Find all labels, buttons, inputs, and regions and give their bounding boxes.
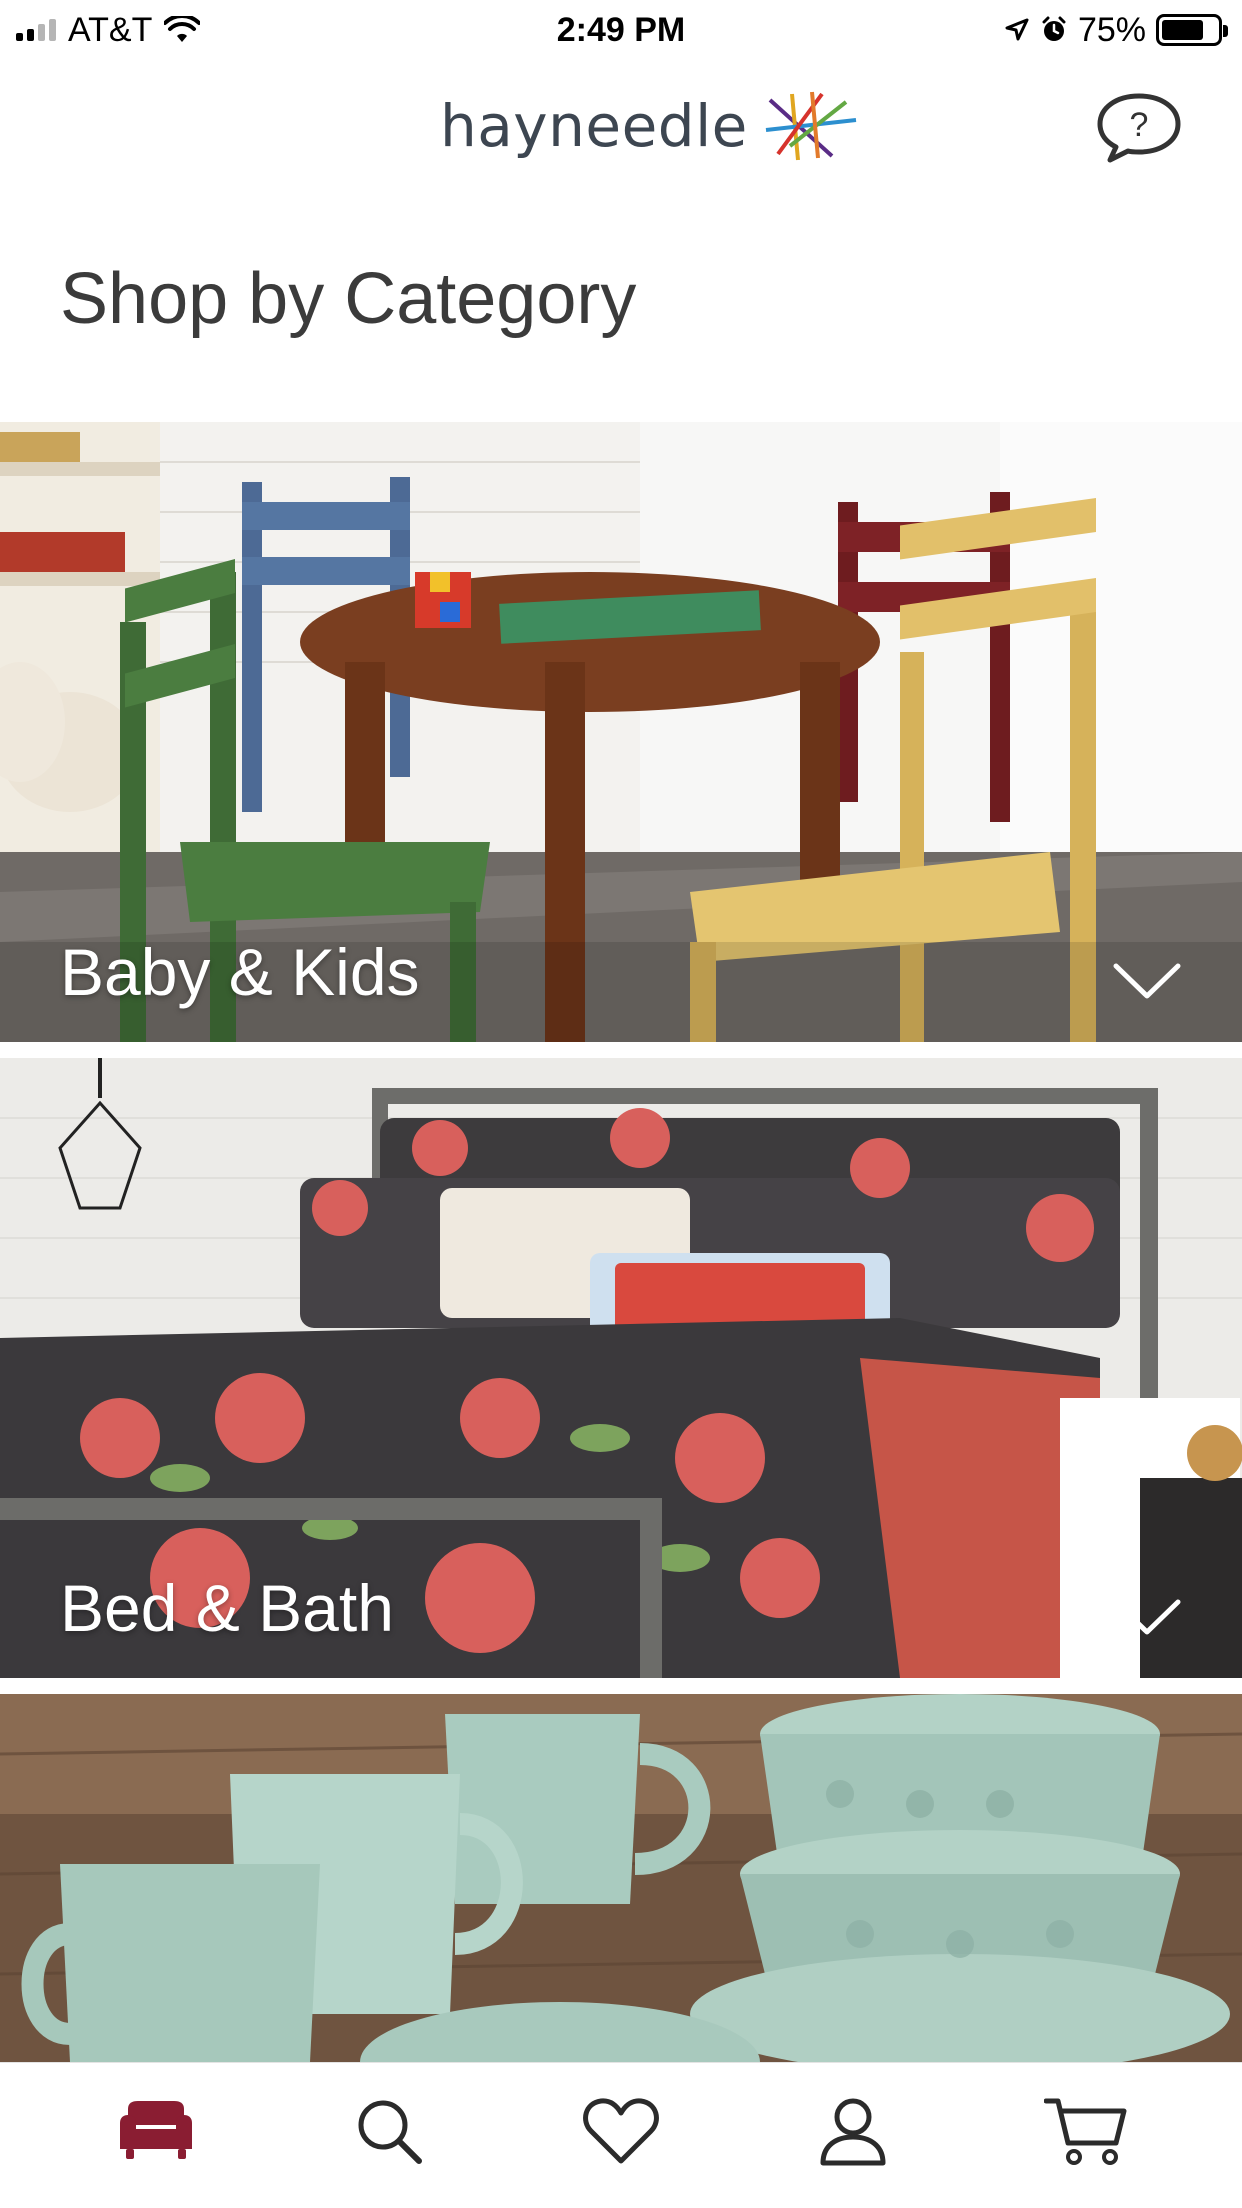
search-icon — [358, 2100, 422, 2164]
tab-cart[interactable] — [1036, 2081, 1136, 2181]
heart-icon — [583, 2097, 659, 2163]
battery-percent: 75% — [1077, 10, 1146, 49]
battery-icon — [1156, 14, 1228, 46]
kitchen-dining-image — [0, 1694, 1242, 2062]
page-title: Shop by Category — [60, 259, 637, 339]
chevron-down-icon[interactable] — [1112, 962, 1182, 1002]
category-card-kitchen-dining[interactable] — [0, 1694, 1242, 2062]
cart-icon — [1043, 2098, 1127, 2165]
hayneedle-logo[interactable]: hayneedle — [440, 90, 858, 162]
logo-needles-icon — [765, 91, 857, 161]
tab-home[interactable] — [106, 2081, 206, 2181]
category-label: Baby & Kids — [60, 935, 420, 1009]
alarm-icon — [1042, 16, 1066, 41]
chevron-down-icon[interactable] — [1112, 1598, 1182, 1638]
category-card-baby-kids[interactable]: Baby & Kids — [0, 422, 1242, 1042]
chat-question-icon[interactable]: ? — [1094, 90, 1184, 166]
location-arrow-icon — [1005, 18, 1029, 41]
battery-fill — [1162, 20, 1203, 40]
status-right: 75% — [1004, 10, 1228, 50]
tab-favorites[interactable] — [571, 2081, 671, 2181]
status-bar: AT&T 2:49 PM 75% — [0, 0, 1242, 62]
tab-search[interactable] — [339, 2081, 439, 2181]
logo-text: hayneedle — [440, 92, 748, 160]
user-icon — [820, 2098, 886, 2165]
app-header: hayneedle ? — [0, 62, 1242, 192]
category-label: Bed & Bath — [60, 1571, 394, 1645]
tab-account[interactable] — [803, 2081, 903, 2181]
bottom-tab-bar — [0, 2062, 1242, 2208]
svg-text:?: ? — [1130, 106, 1149, 144]
sofa-icon — [120, 2100, 193, 2159]
category-card-bed-bath[interactable]: Bed & Bath — [0, 1058, 1242, 1678]
